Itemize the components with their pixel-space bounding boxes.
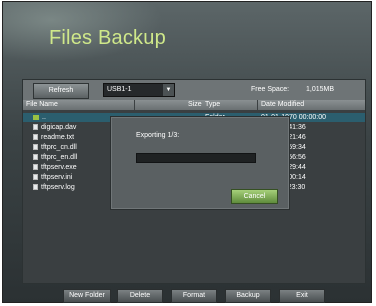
file-name: tftpserv.exe	[41, 164, 77, 171]
export-status-text: Exporting 1/3:	[136, 132, 180, 139]
refresh-button[interactable]: Refresh	[33, 83, 89, 99]
file-name: readme.txt	[41, 134, 75, 141]
delete-button[interactable]: Delete	[117, 289, 163, 303]
exit-button[interactable]: Exit	[279, 289, 325, 303]
device-select[interactable]: USB1-1 ▼	[103, 83, 175, 97]
free-space-value: 1,015MB	[306, 86, 335, 93]
file-icon	[33, 164, 38, 171]
file-icon	[33, 154, 38, 161]
column-header-size[interactable]: Size	[188, 100, 202, 110]
format-button[interactable]: Format	[171, 289, 217, 303]
column-header-type[interactable]: Type	[205, 100, 220, 110]
new-folder-button[interactable]: New Folder	[63, 289, 111, 303]
backup-button[interactable]: Backup	[225, 289, 271, 303]
column-header-date[interactable]: Date Modified	[261, 100, 304, 110]
file-icon	[33, 124, 38, 131]
export-progress-dialog: Exporting 1/3: Cancel	[110, 116, 290, 210]
file-icon	[33, 144, 38, 151]
cancel-button[interactable]: Cancel	[231, 189, 278, 204]
export-progress-bar	[136, 153, 256, 163]
file-icon	[33, 134, 38, 141]
file-name: tftprc_cn.dll	[41, 144, 77, 151]
file-name: tftpserv.ini	[41, 174, 73, 181]
toolbar: Refresh USB1-1 ▼ Free Space: 1,015MB	[23, 80, 365, 99]
column-divider	[134, 100, 135, 110]
list-header: File Name Size Type Date Modified	[23, 100, 365, 110]
free-space-label: Free Space:	[251, 86, 290, 93]
device-select-value: USB1-1	[107, 86, 132, 93]
column-divider	[257, 100, 258, 110]
file-icon	[33, 184, 38, 191]
chevron-down-icon[interactable]: ▼	[163, 84, 174, 96]
window-title: Files Backup	[49, 27, 166, 49]
file-name: tftpserv.log	[41, 184, 75, 191]
folder-up-icon	[33, 114, 39, 120]
column-header-name[interactable]: File Name	[26, 100, 58, 110]
file-icon	[33, 174, 38, 181]
file-name: tftprc_en.dll	[41, 154, 78, 161]
file-name: ..	[42, 114, 46, 121]
file-name: digicap.dav	[41, 124, 77, 131]
